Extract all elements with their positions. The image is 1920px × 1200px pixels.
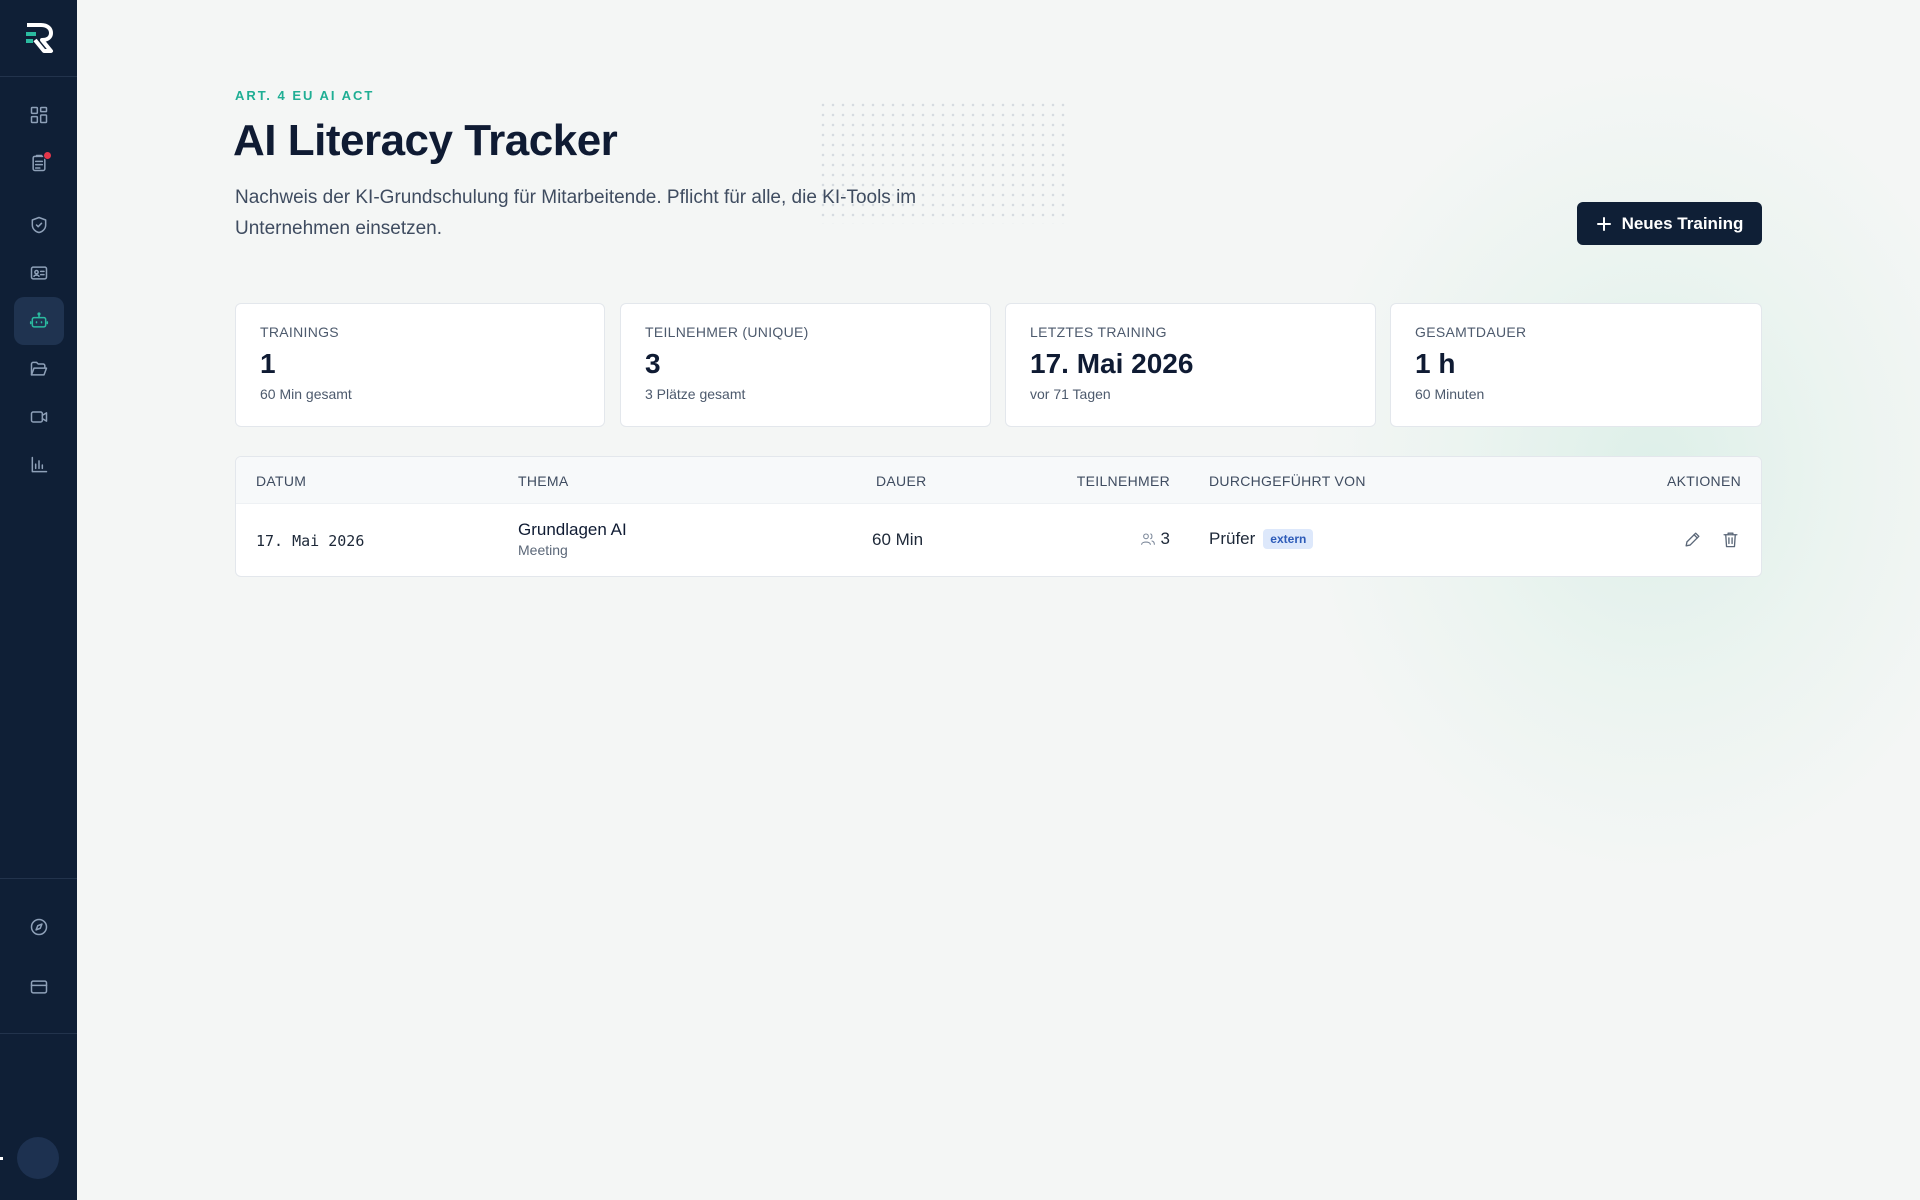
stat-label: TEILNEHMER (UNIQUE) bbox=[645, 324, 809, 340]
bar-chart-icon bbox=[31, 456, 47, 473]
stat-value: 1 bbox=[260, 348, 276, 379]
delete-button[interactable] bbox=[1719, 528, 1741, 550]
page-title: AI Literacy Tracker bbox=[233, 116, 618, 165]
plus-icon bbox=[1596, 216, 1611, 231]
pencil-icon bbox=[1684, 531, 1700, 547]
logo-icon bbox=[25, 23, 53, 53]
stat-label: GESAMTDAUER bbox=[1415, 324, 1527, 340]
credit-card-icon bbox=[30, 980, 47, 994]
shield-check-icon bbox=[31, 216, 46, 234]
column-header-duration[interactable]: DAUER bbox=[876, 473, 927, 489]
training-duration: 60 Min bbox=[872, 530, 924, 549]
compass-icon bbox=[30, 918, 47, 936]
training-conductor: Prüfer extern bbox=[1209, 529, 1314, 549]
new-training-button[interactable]: Neues Training bbox=[1577, 202, 1762, 245]
users-icon bbox=[1140, 533, 1155, 545]
column-header-date[interactable]: DATUM bbox=[256, 473, 306, 489]
stat-label: TRAININGS bbox=[260, 324, 339, 340]
new-training-button-label: Neues Training bbox=[1621, 213, 1744, 233]
stat-value: 3 bbox=[645, 348, 661, 379]
column-header-conducted-by[interactable]: DURCHGEFÜHRT VON bbox=[1209, 473, 1366, 489]
edit-button[interactable] bbox=[1681, 528, 1703, 550]
conductor-badge: extern bbox=[1263, 529, 1314, 549]
table-row[interactable]: 17. Mai 2026 Grundlagen AI Meeting 60 Mi… bbox=[236, 504, 1761, 576]
sidebar-bottom-nav bbox=[0, 878, 77, 1034]
sidebar bbox=[0, 0, 77, 1200]
training-topic: Grundlagen AI Meeting bbox=[518, 520, 627, 558]
row-actions bbox=[1681, 528, 1741, 550]
sidebar-item-reports[interactable] bbox=[14, 441, 64, 489]
folder-open-icon bbox=[30, 361, 47, 376]
notification-dot bbox=[42, 151, 52, 160]
robot-icon bbox=[29, 312, 48, 328]
training-date: 17. Mai 2026 bbox=[256, 532, 365, 550]
stat-sub: 60 Min gesamt bbox=[260, 386, 352, 402]
stat-card-last-training: LETZTES TRAINING 17. Mai 2026 vor 71 Tag… bbox=[1005, 303, 1376, 427]
sidebar-nav bbox=[0, 91, 77, 489]
sidebar-item-explore[interactable] bbox=[14, 903, 64, 951]
training-topic-type: Meeting bbox=[518, 542, 568, 558]
conductor-name: Prüfer bbox=[1209, 529, 1256, 548]
logo[interactable] bbox=[0, 0, 77, 77]
column-header-topic[interactable]: THEMA bbox=[518, 473, 569, 489]
column-header-actions: AKTIONEN bbox=[1667, 473, 1741, 489]
column-header-participants[interactable]: TEILNEHMER bbox=[1077, 473, 1170, 489]
training-participants: 3 bbox=[1140, 529, 1170, 549]
stat-value: 1 h bbox=[1415, 348, 1456, 379]
sidebar-item-dashboard[interactable] bbox=[14, 91, 64, 139]
id-card-icon bbox=[30, 266, 47, 280]
sidebar-item-billing[interactable] bbox=[14, 963, 64, 1011]
stat-card-total-duration: GESAMTDAUER 1 h 60 Minuten bbox=[1390, 303, 1762, 427]
stat-sub: 3 Plätze gesamt bbox=[645, 386, 746, 402]
sidebar-item-compliance[interactable] bbox=[14, 201, 64, 249]
sidebar-item-contacts[interactable] bbox=[14, 249, 64, 297]
video-icon bbox=[30, 411, 47, 423]
table-header: DATUM THEMA DAUER TEILNEHMER DURCHGEFÜHR… bbox=[236, 457, 1761, 504]
training-topic-title: Grundlagen AI bbox=[518, 520, 627, 539]
sidebar-item-ai-literacy[interactable] bbox=[13, 297, 64, 345]
page-subtitle: Nachweis der KI-Grundschulung für Mitarb… bbox=[235, 187, 917, 239]
stat-sub: 60 Minuten bbox=[1415, 386, 1485, 402]
stat-card-participants: TEILNEHMER (UNIQUE) 3 3 Plätze gesamt bbox=[620, 303, 991, 427]
sidebar-item-tasks[interactable] bbox=[14, 139, 64, 187]
trainings-table: DATUM THEMA DAUER TEILNEHMER DURCHGEFÜHR… bbox=[235, 456, 1762, 577]
page-eyebrow: ART. 4 EU AI ACT bbox=[235, 88, 375, 103]
avatar[interactable] bbox=[17, 1137, 59, 1179]
dashboard-icon bbox=[30, 106, 47, 124]
stat-card-trainings: TRAININGS 1 60 Min gesamt bbox=[235, 303, 605, 427]
sidebar-item-videos[interactable] bbox=[14, 393, 64, 441]
stat-value: 17. Mai 2026 bbox=[1030, 348, 1194, 379]
trash-icon bbox=[1722, 531, 1738, 547]
participants-count: 3 bbox=[1160, 529, 1170, 548]
sidebar-item-documents[interactable] bbox=[14, 345, 64, 393]
stat-sub: vor 71 Tagen bbox=[1030, 386, 1111, 402]
stat-label: LETZTES TRAINING bbox=[1030, 324, 1167, 340]
edge-marker bbox=[0, 1157, 3, 1160]
